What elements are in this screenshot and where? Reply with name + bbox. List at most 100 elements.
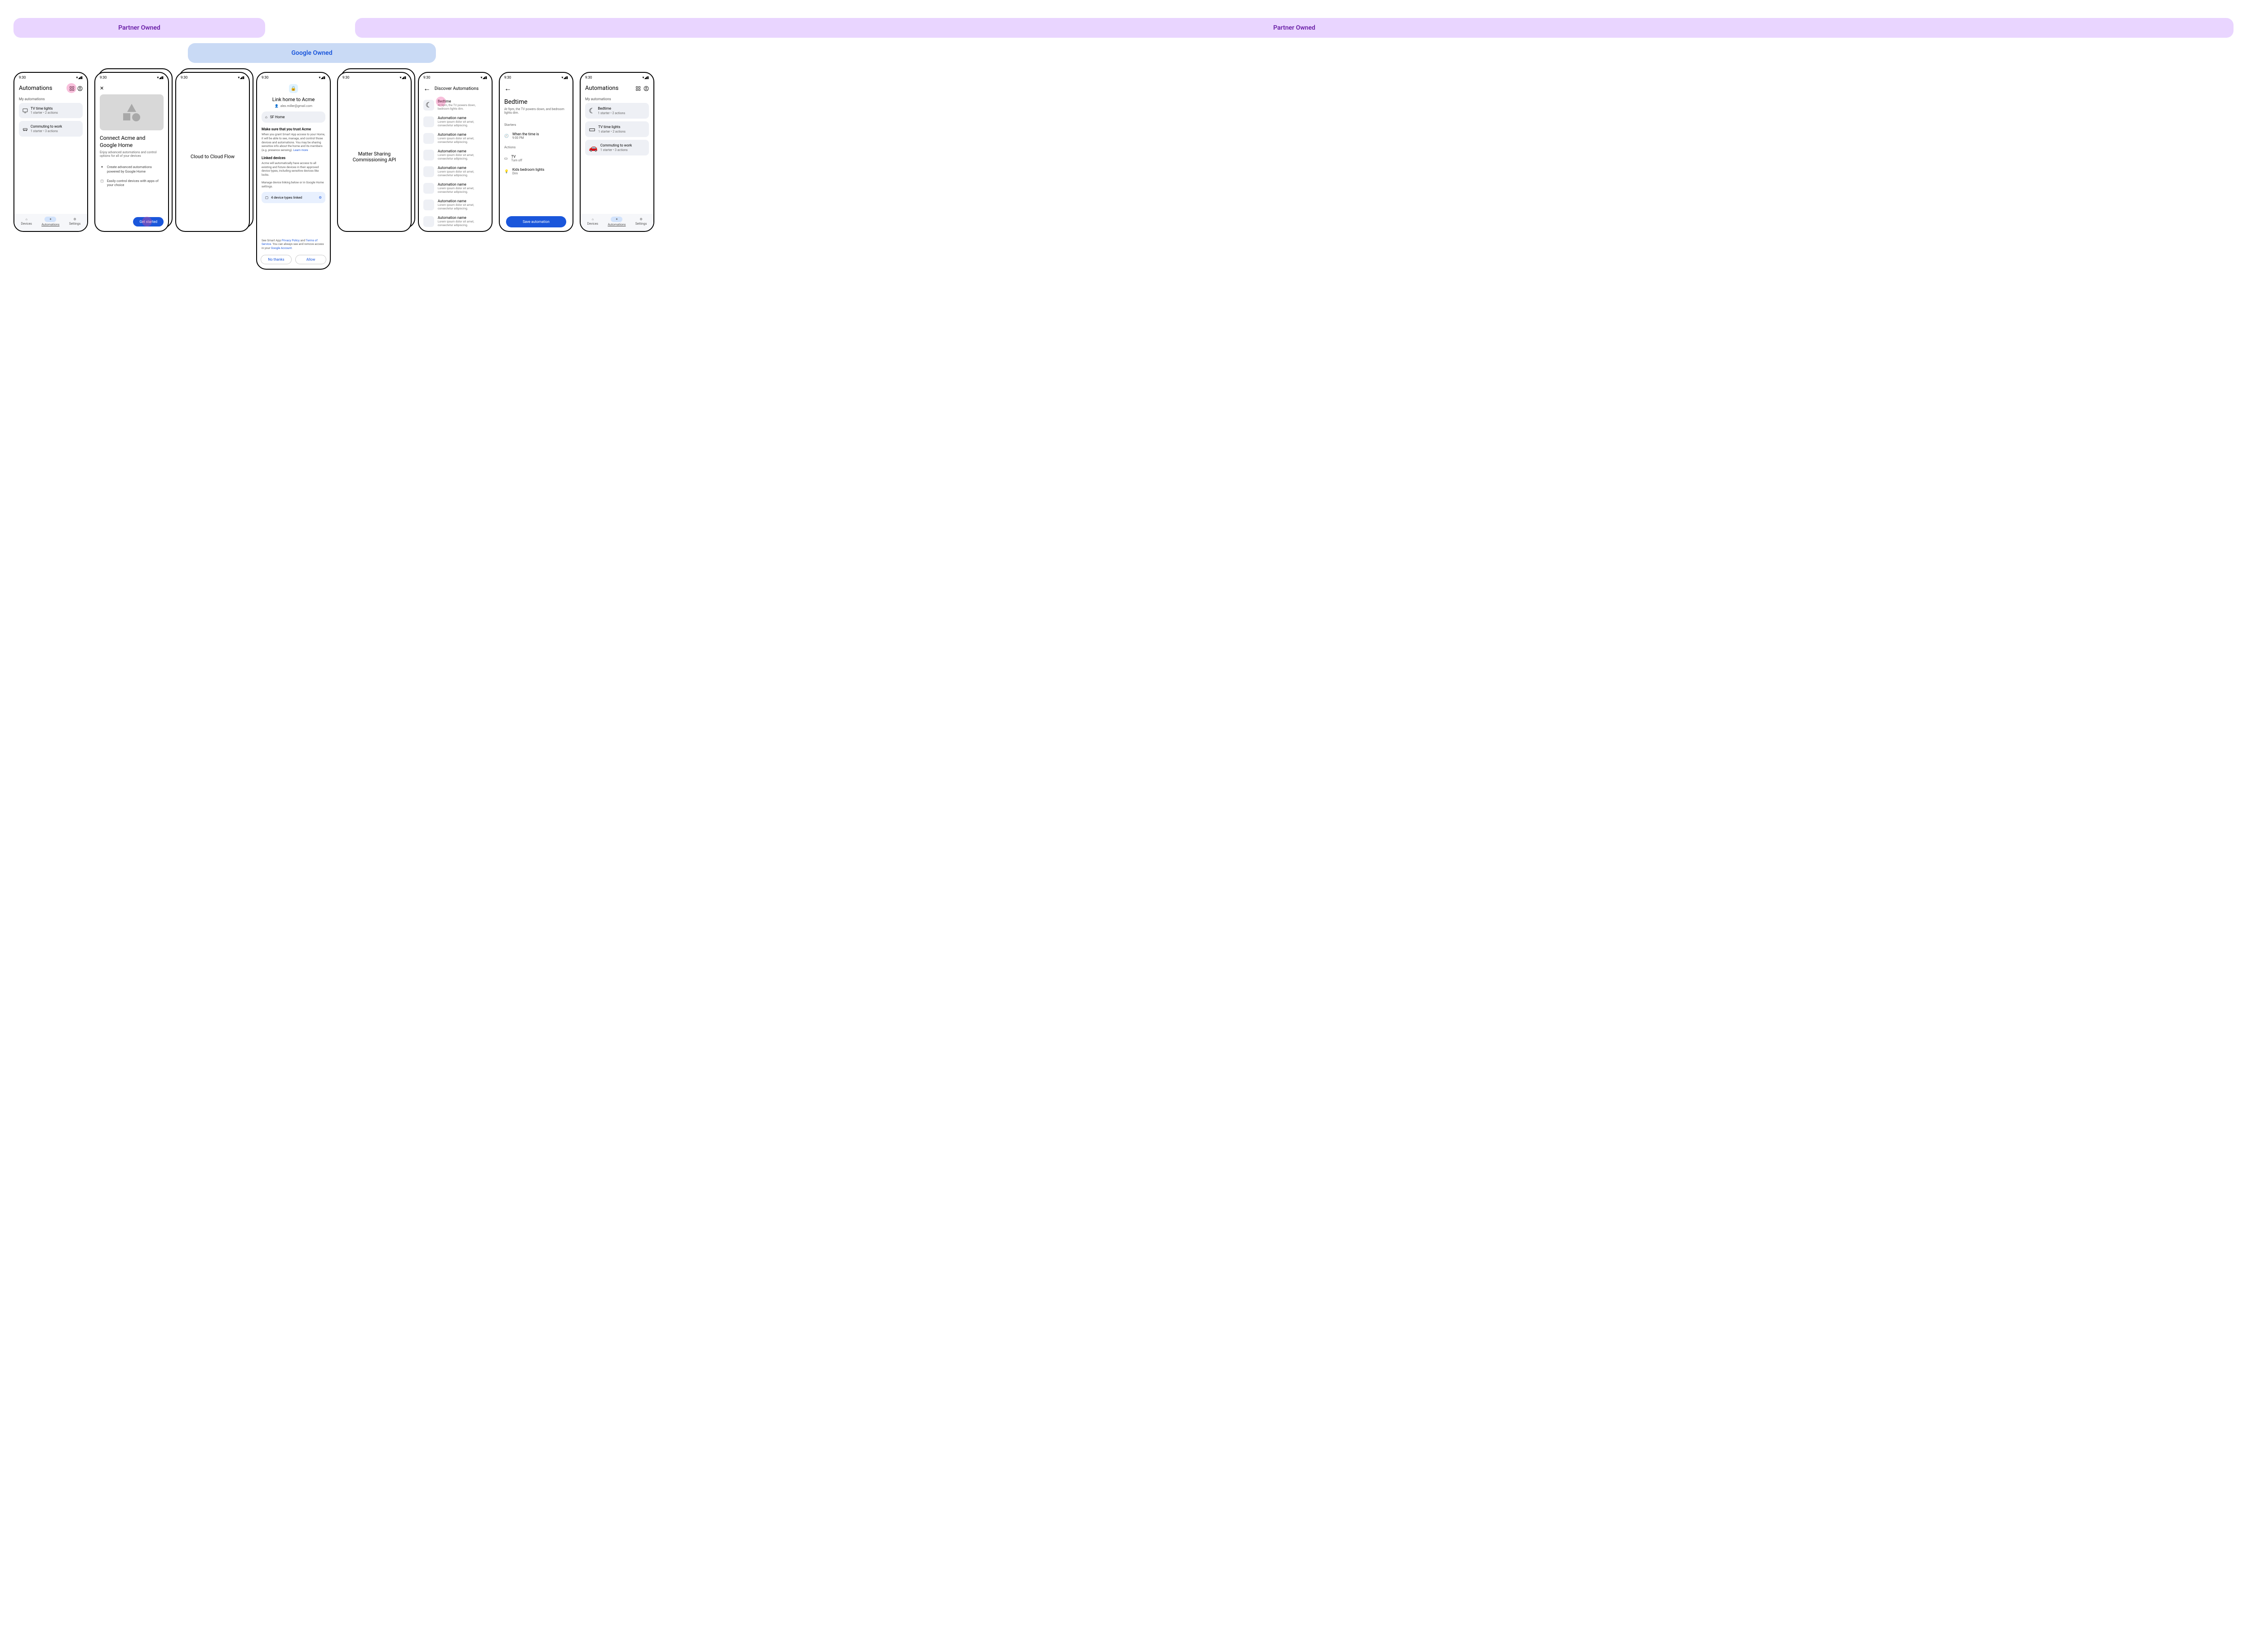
linked-para-1: Acme will automatically have access to a…	[262, 161, 325, 177]
close-icon[interactable]: ✕	[100, 85, 104, 91]
automation-card-1[interactable]: TV time lights 1 starter • 2 actions	[19, 103, 83, 118]
account-link[interactable]: Google Account	[271, 246, 292, 250]
gear-icon[interactable]: ⚙	[319, 195, 322, 200]
home-icon: ⌂	[265, 115, 267, 119]
phones-row: 9:30 ▾◢▮ Automations My	[13, 72, 2234, 270]
car-icon: 🚗	[589, 143, 598, 152]
discover-item-generic[interactable]: Automation nameLorem ipsum dolor sit ame…	[423, 130, 487, 147]
tv-icon: ▭	[504, 156, 508, 160]
status-bar: 9:30 ▾◢▮	[581, 73, 653, 82]
status-icons: ▾◢▮	[76, 75, 83, 80]
status-icons: ▾◢▮	[400, 75, 406, 80]
tags-row-2: Google Owned	[13, 43, 2234, 63]
account-icon[interactable]	[77, 86, 83, 91]
appgrid-icon[interactable]	[635, 86, 641, 91]
tag-google: Google Owned	[188, 43, 436, 63]
status-bar: 9:30 ▾◢▮	[176, 73, 249, 82]
no-thanks-button[interactable]: No thanks	[261, 255, 292, 264]
status-time: 9:30	[342, 75, 349, 80]
tag-partner-b: Partner Owned	[355, 18, 2234, 38]
page-title: Automations	[585, 85, 618, 92]
nav-devices[interactable]: ⌂Devices	[587, 218, 598, 226]
linked-para-2: Manage device linking below or in Google…	[262, 181, 325, 189]
privacy-link[interactable]: Privacy Policy	[282, 239, 300, 242]
screen-title: Connect Acme and Google Home	[100, 135, 164, 149]
discover-item-generic[interactable]: Automation nameLorem ipsum dolor sit ame…	[423, 163, 487, 180]
tv-icon: ▭	[589, 125, 595, 133]
app-logo: 🔒	[289, 84, 298, 93]
discover-item-generic[interactable]: Automation nameLorem ipsum dolor sit ame…	[423, 213, 487, 230]
home-selector[interactable]: ⌂ SF Home	[262, 111, 325, 123]
devices-icon: ▢	[265, 195, 268, 200]
discover-item-generic[interactable]: Automation nameLorem ipsum dolor sit ame…	[423, 147, 487, 163]
moon-icon: ☾	[589, 107, 595, 115]
appgrid-icon[interactable]	[69, 86, 75, 91]
discover-item-generic[interactable]: Automation nameLorem ipsum dolor sit ame…	[423, 196, 487, 213]
status-time: 9:30	[262, 75, 268, 80]
screen-4: 9:30 ▾◢▮ 🔒 Link home to Acme 👤 alex.mill…	[256, 72, 331, 270]
automation-card-2[interactable]: Commuting to work 1 starter • 3 actions	[19, 121, 83, 136]
status-icons: ▾◢▮	[238, 75, 244, 80]
discover-item-generic[interactable]: Automation nameLorem ipsum dolor sit ame…	[423, 113, 487, 130]
back-icon[interactable]: ←	[504, 84, 511, 93]
tag-partner-a: Partner Owned	[13, 18, 265, 38]
bottom-nav: ⌂Devices ✦Automations ⚙Settings	[581, 214, 653, 231]
status-time: 9:30	[504, 75, 511, 80]
section-label: My automations	[19, 94, 83, 103]
consent-row: No thanks Allow	[257, 252, 330, 269]
gear-icon: ⚙	[73, 218, 76, 221]
nav-devices[interactable]: ⌂Devices	[21, 218, 32, 226]
discover-item-generic[interactable]: Automation nameLorem ipsum dolor sit ame…	[423, 180, 487, 196]
linked-heading: Linked devices	[262, 156, 325, 160]
bullet-1: ✦Create advanced automations powered by …	[100, 165, 164, 173]
screen-8: 9:30 ▾◢▮ Automations My automations ☾ Be…	[580, 72, 654, 232]
status-time: 9:30	[100, 75, 107, 80]
section-label: My automations	[585, 94, 649, 103]
automation-card-commute[interactable]: 🚗 Commuting to work1 starter • 3 actions	[585, 140, 649, 155]
automation-card-tv[interactable]: ▭ TV time lights1 starter • 2 actions	[585, 121, 649, 137]
card-title: Commuting to work	[31, 124, 62, 129]
automation-card-bedtime[interactable]: ☾ Bedtime1 starter • 2 actions	[585, 103, 649, 119]
home-name: SF Home	[270, 115, 285, 119]
avatar-icon: 👤	[275, 104, 279, 108]
screen-5: 9:30 ▾◢▮ Matter Sharing Commissioning AP…	[337, 72, 412, 232]
nav-settings[interactable]: ⚙Settings	[69, 218, 81, 226]
status-time: 9:30	[19, 75, 26, 80]
status-icons: ▾◢▮	[480, 75, 487, 80]
screen-6: 9:30 ▾◢▮ ← Discover Automations ☾ Bedtim…	[418, 72, 493, 232]
nav-settings[interactable]: ⚙Settings	[635, 218, 647, 226]
sparkle-icon: ✦	[100, 165, 104, 173]
device-count: 4 device types linked	[271, 195, 302, 200]
tags-row-1: Partner Owned Partner Owned	[13, 18, 2234, 38]
screen-subtitle: Enjoy advanced automations and control o…	[100, 151, 164, 158]
home-icon: ⌂	[592, 218, 594, 221]
page-title: Bedtime	[504, 98, 568, 106]
status-icons: ▾◢▮	[642, 75, 649, 80]
nav-automations[interactable]: ✦Automations	[41, 217, 59, 226]
save-automation-button[interactable]: Save automation	[506, 216, 566, 227]
legal-para: See Smart App Privacy Policy and Terms o…	[262, 239, 325, 250]
screen-text: Matter Sharing Commissioning API	[338, 82, 411, 231]
page-title: Automations	[19, 85, 52, 92]
allow-button[interactable]: Allow	[295, 255, 326, 264]
learn-more-link[interactable]: Learn more	[293, 148, 308, 152]
sparkle-icon: ✦	[44, 217, 56, 222]
discover-item-bedtime[interactable]: ☾ Bedtime At 9pm, the TV powers down, be…	[423, 97, 487, 113]
device-count-card[interactable]: ▢ 4 device types linked ⚙	[262, 192, 325, 203]
placeholder-image	[100, 94, 164, 130]
card-title: TV time lights	[31, 107, 58, 111]
nav-automations[interactable]: ✦Automations	[608, 217, 626, 226]
back-icon[interactable]: ←	[423, 84, 431, 93]
actions-label: Actions	[504, 145, 568, 149]
screen-7: 9:30 ▾◢▮ ← Bedtime At 9pm, the TV powers…	[499, 72, 573, 232]
moon-icon: ☾	[423, 100, 434, 111]
status-bar: 9:30 ▾◢▮	[338, 73, 411, 82]
clock-icon: 🕘	[504, 134, 509, 138]
account-icon[interactable]	[644, 86, 649, 91]
trust-heading: Make sure that you trust Acme	[262, 127, 325, 131]
account-row: 👤 alex.miller@gmail.com	[262, 104, 325, 108]
gear-icon: ⚙	[639, 218, 642, 221]
status-icons: ▾◢▮	[319, 75, 325, 80]
sparkle-icon: ✦	[611, 217, 622, 222]
starters-label: Starters	[504, 123, 568, 127]
